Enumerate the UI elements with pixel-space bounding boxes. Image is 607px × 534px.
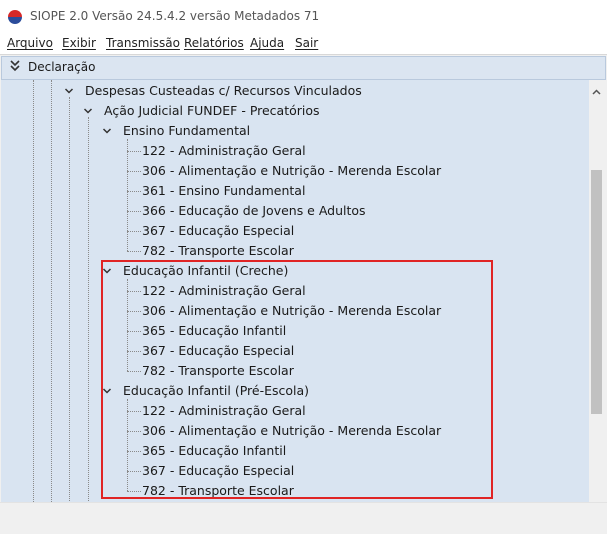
- expand-chevron-icon[interactable]: [102, 386, 112, 396]
- tree-leaf-item[interactable]: 782 - Transporte Escolar: [142, 483, 294, 499]
- tree-branch-line: [127, 231, 141, 232]
- tree-leaf-item[interactable]: 365 - Educação Infantil: [142, 443, 286, 459]
- menu-ajuda[interactable]: Ajuda: [250, 36, 284, 50]
- expand-chevron-icon[interactable]: [64, 86, 74, 96]
- tree-branch-line: [127, 431, 141, 432]
- tree-branch-line: [127, 351, 141, 352]
- status-area: [0, 502, 607, 534]
- tree-leaf-item[interactable]: 361 - Ensino Fundamental: [142, 183, 305, 199]
- tree-branch-line: [127, 311, 141, 312]
- menu-sair[interactable]: Sair: [295, 36, 318, 50]
- siope-logo-icon: [8, 10, 22, 24]
- tree-branch-line: [127, 371, 141, 372]
- tree-leaf-item[interactable]: 306 - Alimentação e Nutrição - Merenda E…: [142, 423, 441, 439]
- tree-guide-line: [51, 80, 52, 502]
- tree-leaf-item[interactable]: 365 - Educação Infantil: [142, 323, 286, 339]
- tree-leaf-item[interactable]: 366 - Educação de Jovens e Adultos: [142, 203, 366, 219]
- expand-chevron-icon[interactable]: [102, 126, 112, 136]
- declaration-tree[interactable]: Despesas Custeadas c/ Recursos Vinculado…: [1, 80, 589, 502]
- menu-exibir[interactable]: Exibir: [62, 36, 96, 50]
- scrollbar-thumb[interactable]: [591, 170, 602, 414]
- tree-branch-line: [127, 151, 141, 152]
- tree-node-root[interactable]: Despesas Custeadas c/ Recursos Vinculado…: [85, 83, 362, 99]
- panel-title: Declaração: [28, 60, 96, 74]
- menu-transmissao[interactable]: Transmissão: [106, 36, 180, 50]
- title-bar: SIOPE 2.0 Versão 24.5.4.2 versão Metadad…: [0, 0, 607, 32]
- tree-leaf-item[interactable]: 367 - Educação Especial: [142, 463, 294, 479]
- menu-relatorios[interactable]: Relatórios: [184, 36, 244, 50]
- tree-branch-line: [127, 171, 141, 172]
- tree-guide-line: [127, 399, 128, 491]
- menu-arquivo[interactable]: Arquivo: [7, 36, 53, 50]
- window-title: SIOPE 2.0 Versão 24.5.4.2 versão Metadad…: [30, 9, 320, 23]
- tree-branch-line: [127, 451, 141, 452]
- tree-leaf-item[interactable]: 367 - Educação Especial: [142, 223, 294, 239]
- tree-branch-line: [127, 491, 141, 492]
- tree-branch-line: [127, 411, 141, 412]
- tree-leaf-item[interactable]: 367 - Educação Especial: [142, 343, 294, 359]
- vertical-scrollbar[interactable]: [589, 80, 604, 502]
- tree-leaf-item[interactable]: 782 - Transporte Escolar: [142, 363, 294, 379]
- tree-guide-line: [88, 117, 89, 502]
- tree-node-branch[interactable]: Ação Judicial FUNDEF - Precatórios: [104, 103, 320, 119]
- tree-guide-line: [33, 80, 34, 502]
- tree-guide-line: [69, 97, 70, 502]
- expand-chevron-icon[interactable]: [83, 106, 93, 116]
- tree-branch-line: [127, 291, 141, 292]
- declaracao-panel-header[interactable]: Declaração: [1, 56, 606, 80]
- tree-leaf-item[interactable]: 122 - Administração Geral: [142, 403, 306, 419]
- tree-guide-line: [127, 139, 128, 251]
- tree-leaf-item[interactable]: 122 - Administração Geral: [142, 283, 306, 299]
- tree-branch-line: [127, 211, 141, 212]
- tree-branch-line: [127, 251, 141, 252]
- tree-node-group[interactable]: Ensino Fundamental: [123, 123, 250, 139]
- tree-branch-line: [127, 191, 141, 192]
- scroll-up-arrow-icon[interactable]: [592, 86, 601, 95]
- tree-branch-line: [127, 331, 141, 332]
- tree-guide-line: [127, 279, 128, 371]
- tree-leaf-item[interactable]: 122 - Administração Geral: [142, 143, 306, 159]
- menu-bar: Arquivo Exibir Transmissão Relatórios Aj…: [0, 32, 607, 55]
- tree-node-group[interactable]: Educação Infantil (Creche): [123, 263, 288, 279]
- expand-chevron-icon[interactable]: [102, 266, 112, 276]
- tree-leaf-item[interactable]: 782 - Transporte Escolar: [142, 243, 294, 259]
- tree-leaf-item[interactable]: 306 - Alimentação e Nutrição - Merenda E…: [142, 163, 441, 179]
- tree-branch-line: [127, 471, 141, 472]
- tree-node-group[interactable]: Educação Infantil (Pré-Escola): [123, 383, 309, 399]
- collapse-double-chevron-icon[interactable]: [10, 60, 20, 76]
- tree-leaf-item[interactable]: 306 - Alimentação e Nutrição - Merenda E…: [142, 303, 441, 319]
